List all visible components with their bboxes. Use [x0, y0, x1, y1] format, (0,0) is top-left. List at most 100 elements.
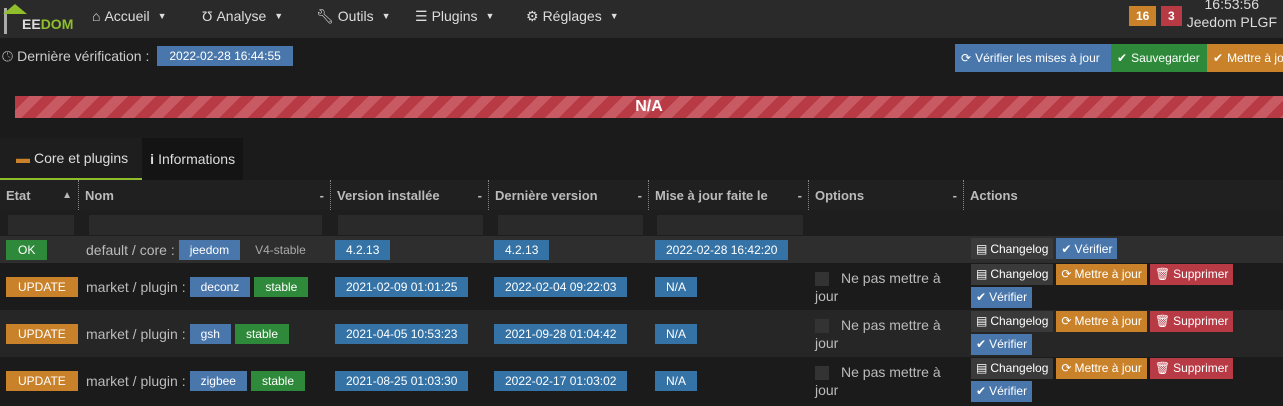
menu-accueil[interactable]: ⌂ Accueil ▼: [92, 0, 167, 32]
source: market / plugin :: [86, 372, 186, 389]
no-update-checkbox[interactable]: [815, 365, 829, 380]
check-icon: ✔: [1213, 51, 1224, 65]
no-update-checkbox[interactable]: [815, 318, 829, 333]
check-icon: ✔: [976, 384, 987, 398]
menu-reglages[interactable]: ⚙ Réglages ▼: [526, 0, 619, 32]
stethoscope-icon: Ʊ: [202, 8, 213, 24]
col-nom[interactable]: Nom -: [78, 180, 330, 210]
source: default / core :: [86, 241, 175, 258]
update-progress-bar: N/A: [15, 96, 1283, 118]
plugin-name: zigbee: [189, 370, 247, 391]
status-badge: UPDATE: [6, 370, 78, 391]
branch: stable: [234, 323, 289, 344]
trash-icon: 🗑︎: [1154, 267, 1171, 281]
installed-version: 2021-04-05 10:53:23: [335, 323, 469, 344]
book-icon: ▤: [976, 314, 988, 328]
filter-nom[interactable]: [89, 215, 322, 235]
update-button[interactable]: ⟳ Mettre à jour: [1056, 263, 1147, 285]
table-row: UPDATE market / plugin : gsh stable 2021-0…: [0, 310, 1283, 357]
archive-icon: ▬: [16, 150, 30, 166]
menu-plugins[interactable]: ☰ Plugins ▼: [415, 0, 494, 32]
col-derniere-version[interactable]: Dernière version -: [488, 180, 648, 210]
col-options[interactable]: Options -: [808, 180, 963, 210]
check-circle-icon: ✔: [1117, 51, 1128, 65]
check-icon: ✔: [976, 337, 987, 351]
source: market / plugin :: [86, 325, 186, 342]
navbar: EEDOM ⌂ Accueil ▼ Ʊ Analyse ▼ 🔧︎ Outils ▼ ☰ Plu…: [0, 0, 1283, 38]
tab-core-plugins[interactable]: ▬ Core et plugins: [0, 138, 143, 180]
tabs: ▬ Core et plugins i Informations: [0, 138, 244, 180]
menu-outils[interactable]: 🔧︎ Outils ▼: [316, 0, 391, 32]
user-name[interactable]: Jeedom PLGF: [1187, 14, 1277, 30]
changelog-button[interactable]: ▤ Changelog: [971, 357, 1054, 379]
col-etat[interactable]: Etat ▲: [0, 180, 78, 210]
source: market / plugin :: [86, 278, 186, 295]
branch: V4-stable: [255, 242, 306, 257]
latest-version: 2022-02-17 01:03:02: [494, 370, 628, 391]
update-button[interactable]: ⟳ Mettre à jour: [1056, 310, 1147, 332]
filter-version-installee[interactable]: [338, 215, 483, 235]
verify-button[interactable]: ✔ Vérifier: [1056, 238, 1118, 259]
delete-button[interactable]: 🗑︎ Supprimer: [1149, 263, 1234, 285]
last-check-date: 2022-02-28 16:44:55: [157, 46, 293, 66]
filter-row: [0, 210, 1283, 236]
alerts-badge[interactable]: 3: [1161, 6, 1182, 26]
changelog-button[interactable]: ▤ Changelog: [971, 238, 1054, 259]
branch: stable: [254, 276, 309, 297]
home-icon: ⌂: [92, 8, 101, 24]
update-date: N/A: [655, 370, 698, 391]
verify-button[interactable]: ✔ Vérifier: [971, 286, 1033, 308]
refresh-icon: ⟳: [1061, 267, 1072, 281]
jeedom-logo[interactable]: EEDOM: [3, 4, 73, 34]
verify-button[interactable]: ✔ Vérifier: [971, 380, 1033, 402]
no-update-label: Ne pas mettre à jour: [815, 269, 941, 304]
book-icon: ▤: [976, 267, 988, 281]
book-icon: ▤: [976, 241, 988, 256]
table-header: Etat ▲ Nom - Version installée - Dernière v…: [0, 180, 1283, 210]
col-version-installee[interactable]: Version installée -: [330, 180, 488, 210]
plugin-name: jeedom: [178, 239, 241, 260]
menu-analyse[interactable]: Ʊ Analyse ▼: [202, 0, 283, 32]
installed-version: 2021-02-09 01:01:25: [335, 276, 469, 297]
wrench-icon: 🔧︎: [316, 7, 334, 24]
latest-version: 2022-02-04 09:22:03: [494, 276, 628, 297]
filter-derniere-version[interactable]: [498, 215, 643, 235]
refresh-icon: ⟳: [961, 51, 972, 65]
status-badge: UPDATE: [6, 276, 78, 297]
tasks-icon: ☰: [415, 7, 428, 24]
update-date: N/A: [655, 276, 698, 297]
trash-icon: 🗑︎: [1154, 314, 1171, 328]
verify-button[interactable]: ✔ Vérifier: [971, 333, 1033, 355]
installed-version: 2021-08-25 01:03:30: [335, 370, 469, 391]
update-date: N/A: [655, 323, 698, 344]
changelog-button[interactable]: ▤ Changelog: [971, 310, 1054, 332]
save-button[interactable]: ✔ Sauvegarder: [1111, 44, 1208, 72]
no-update-checkbox[interactable]: [815, 271, 829, 286]
table-row: UPDATE market / plugin : deconz stable 202…: [0, 263, 1283, 310]
cog-icon: ⚙: [526, 7, 539, 24]
table-row: OK default / core : jeedom V4-stable 4.2.1…: [0, 236, 1283, 263]
latest-version: 4.2.13: [494, 239, 550, 260]
messages-badge[interactable]: 16: [1129, 6, 1157, 26]
changelog-button[interactable]: ▤ Changelog: [971, 263, 1054, 285]
clock: 16:53:56: [1204, 0, 1260, 12]
delete-button[interactable]: 🗑︎ Supprimer: [1149, 357, 1234, 379]
delete-button[interactable]: 🗑︎ Supprimer: [1149, 310, 1234, 332]
refresh-icon: ⟳: [1061, 361, 1072, 375]
filter-mise-a-jour[interactable]: [657, 215, 803, 235]
plugin-name: gsh: [189, 323, 231, 344]
check-icon: ✔: [1061, 241, 1072, 256]
tab-informations[interactable]: i Informations: [142, 138, 244, 180]
update-button[interactable]: ⟳ Mettre à jour: [1056, 357, 1147, 379]
update-all-button[interactable]: ✔Mettre à jour: [1207, 44, 1283, 72]
filter-etat[interactable]: [8, 215, 74, 235]
check-updates-button[interactable]: ⟳ Vérifier les mises à jour: [955, 44, 1111, 72]
table-row: UPDATE market / plugin : zigbee stable 202…: [0, 357, 1283, 404]
info-icon: i: [150, 151, 155, 167]
col-actions: Actions: [963, 180, 1283, 210]
latest-version: 2021-09-28 01:04:42: [494, 323, 628, 344]
installed-version: 4.2.13: [335, 239, 391, 260]
status-badge: UPDATE: [6, 323, 78, 344]
no-update-label: Ne pas mettre à jour: [815, 363, 941, 398]
col-mise-a-jour[interactable]: Mise à jour faite le -: [648, 180, 808, 210]
